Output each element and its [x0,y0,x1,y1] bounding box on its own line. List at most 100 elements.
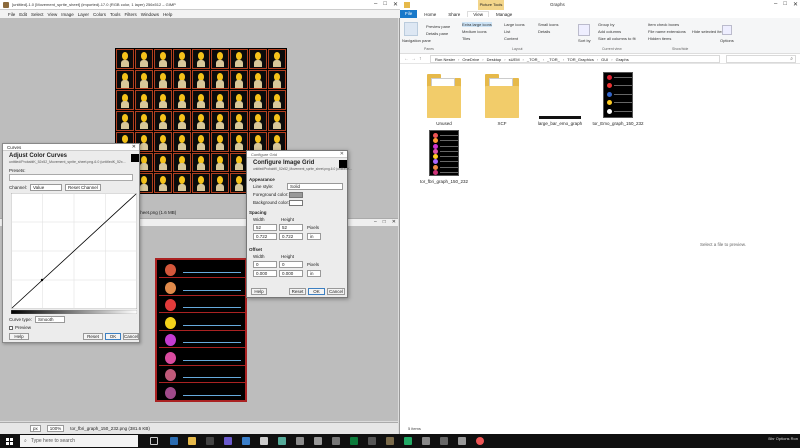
chrome-icon[interactable] [476,437,484,445]
unity-icon[interactable] [260,437,268,445]
breadcrumb-item[interactable]: Graphs [616,57,629,62]
start-button[interactable] [0,434,18,448]
fbri-graph-image[interactable] [155,258,247,402]
cancel-button[interactable]: Cancel [327,288,345,295]
search-input[interactable]: ⌕ [726,55,796,63]
tab-file[interactable]: File [400,10,418,18]
spacing-width-in[interactable]: 0.722 [253,233,277,240]
breadcrumb-item[interactable]: TOR_Graphics [567,57,594,62]
tab-manage[interactable]: Manage [491,12,517,17]
help-button[interactable]: Help [9,333,29,340]
size-columns-button[interactable]: Size all columns to fit [598,36,636,41]
app-icon[interactable] [296,437,304,445]
menu-layer[interactable]: Layer [78,12,89,17]
channel-select[interactable]: Value [30,184,63,191]
curve-graph[interactable] [11,193,137,309]
navigation-pane-button[interactable]: Navigation pane [402,38,431,43]
ok-button[interactable]: OK [105,333,121,340]
group-by-button[interactable]: Group by [598,22,614,27]
reset-button[interactable]: Reset [83,333,103,340]
spacing-width-input[interactable]: 52 [253,224,277,231]
offset-unit-select[interactable]: in [307,270,321,277]
tab-home[interactable]: Home [419,12,441,17]
menu-image[interactable]: Image [61,12,74,17]
menu-edit[interactable]: Edit [19,12,27,17]
forward-arrow-icon[interactable]: → [411,56,416,62]
address-bar[interactable]: Ron Nesler › OneDrive › Desktop › sUEM › _TOR_ › _… [430,55,720,63]
breadcrumb-item[interactable]: OneDrive [462,57,479,62]
taskbar-search[interactable]: ⌕ Type here to search [20,435,138,447]
edge-icon[interactable] [170,437,178,445]
extra-large-icons-option[interactable]: Extra large icons [462,22,492,27]
vscode-icon[interactable] [242,437,250,445]
spacing-height-in[interactable]: 0.722 [279,233,303,240]
back-arrow-icon[interactable]: ← [404,56,409,62]
picture-tools-tab[interactable]: Picture Tools [478,0,504,10]
menu-select[interactable]: Select [31,12,44,17]
hidden-items-toggle[interactable]: Hidden items [648,36,671,41]
offset-height-input[interactable]: 0 [279,261,303,268]
minimize-icon[interactable]: – [374,219,377,225]
menu-colors[interactable]: Colors [93,12,106,17]
up-arrow-icon[interactable]: ↑ [419,56,422,62]
bg-color-swatch[interactable] [289,200,303,206]
app-icon[interactable] [422,437,430,445]
navigation-pane-icon[interactable] [404,22,418,36]
list-option[interactable]: List [504,29,510,34]
breadcrumb-item[interactable]: Desktop [487,57,502,62]
close-icon[interactable]: ✕ [393,1,398,8]
item-check-boxes-toggle[interactable]: Item check boxes [648,22,679,27]
app-icon[interactable] [332,437,340,445]
maximize-icon[interactable]: □ [383,1,387,8]
details-pane-button[interactable]: Details pane [426,31,448,36]
gimp-icon[interactable] [386,437,394,445]
tab-view[interactable]: View [467,11,489,17]
app-icon[interactable] [314,437,322,445]
app-icon[interactable] [278,437,286,445]
menu-file[interactable]: File [8,12,15,17]
curve-type-select[interactable]: Smooth [35,316,66,323]
close-icon[interactable]: ✕ [793,1,798,8]
preview-pane-button[interactable]: Preview pane [426,24,450,29]
options-button[interactable]: Options [720,38,734,43]
unit-select[interactable]: px [30,425,41,432]
breadcrumb-item[interactable]: _TOR_ [527,57,540,62]
app-icon[interactable] [458,437,466,445]
tiles-option[interactable]: Tiles [462,36,470,41]
breadcrumb-item[interactable]: GUI [601,57,608,62]
file-item[interactable]: Unused [416,72,472,126]
details-option[interactable]: Details [538,29,550,34]
help-button[interactable]: Help [251,288,267,295]
file-item[interactable]: XCF [474,72,530,126]
line-style-select[interactable]: Solid [287,183,343,190]
medium-icons-option[interactable]: Medium icons [462,29,487,34]
menu-windows[interactable]: Windows [141,12,159,17]
cancel-button[interactable]: Cancel [123,333,139,340]
tab-share[interactable]: Share [443,12,465,17]
app-icon[interactable] [404,437,412,445]
close-icon[interactable]: ✕ [340,151,344,157]
app-icon[interactable] [440,437,448,445]
visual-studio-icon[interactable] [224,437,232,445]
preview-checkbox[interactable] [9,325,13,330]
fg-color-swatch[interactable] [289,192,303,198]
file-item[interactable]: tor_fbri_graph_150_232 [416,130,472,184]
app-icon[interactable] [350,437,358,445]
options-icon[interactable] [722,25,732,35]
maximize-icon[interactable]: □ [783,1,787,8]
large-icons-option[interactable]: Large icons [504,22,525,27]
menu-filters[interactable]: Filters [125,12,137,17]
reset-channel-button[interactable]: Reset Channel [65,184,101,191]
file-item[interactable]: large_bar_emo_graph [532,72,588,126]
file-explorer-icon[interactable] [188,437,196,445]
menu-tools[interactable]: Tools [110,12,121,17]
zoom-select[interactable]: 100% [46,425,65,432]
maximize-icon[interactable]: □ [383,219,386,225]
offset-width-input[interactable]: 0 [253,261,277,268]
spacing-height-input[interactable]: 52 [279,224,303,231]
breadcrumb-item[interactable]: Ron Nesler [435,57,455,62]
app-icon[interactable] [368,437,376,445]
store-icon[interactable] [206,437,214,445]
breadcrumb-item[interactable]: sUEM [509,57,520,62]
content-option[interactable]: Content [504,36,518,41]
